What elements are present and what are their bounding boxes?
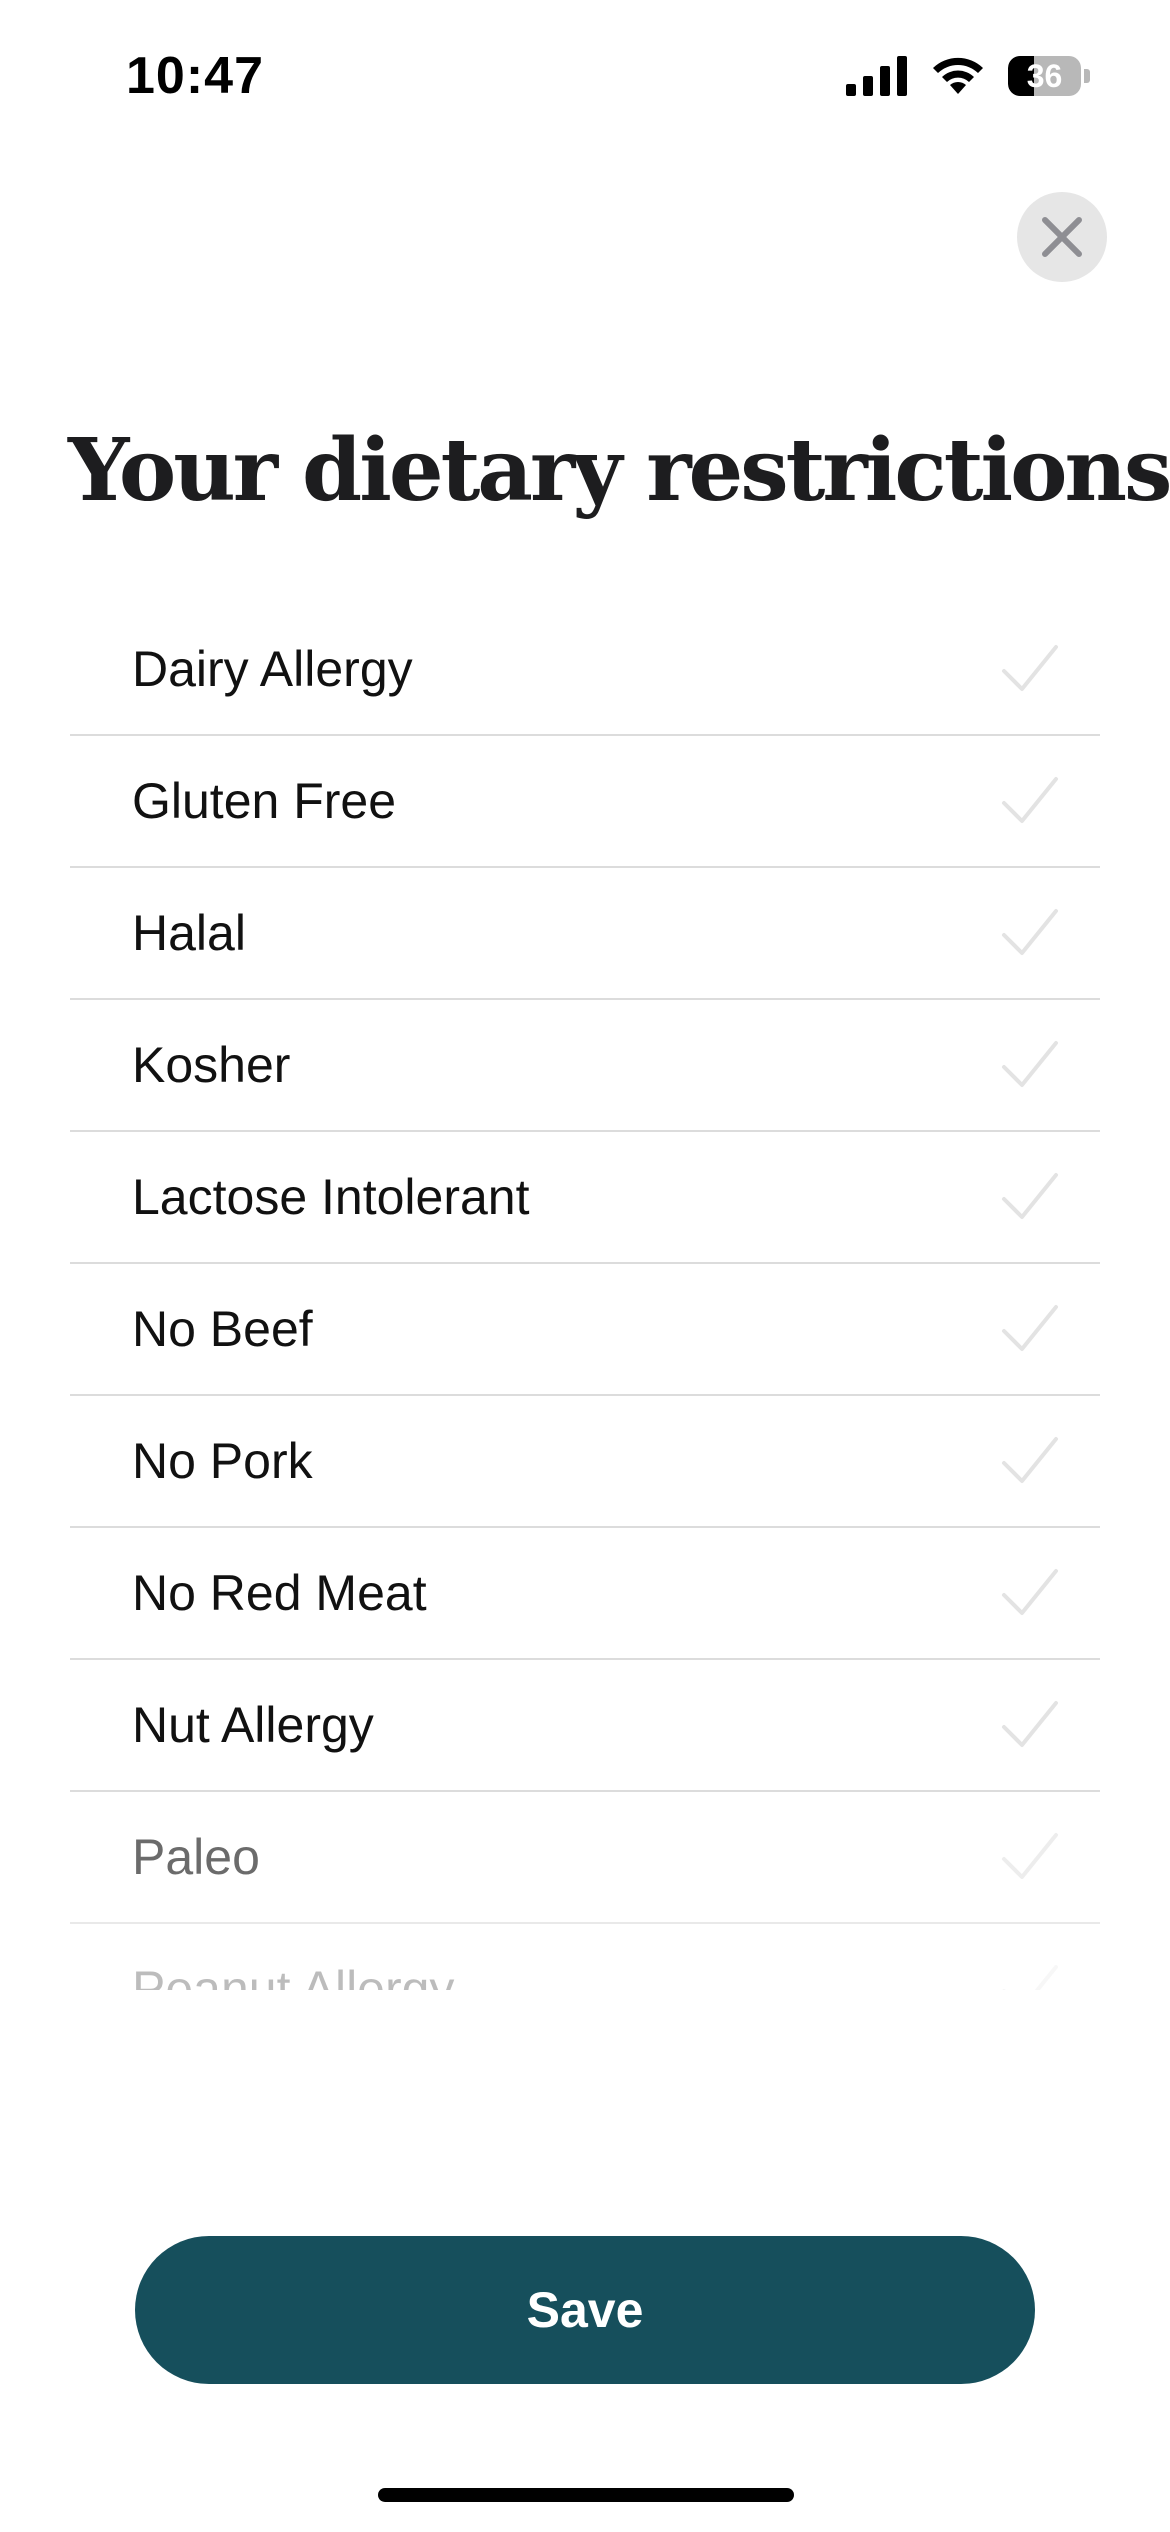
check-icon (1002, 909, 1058, 955)
check-icon (1002, 777, 1058, 823)
list-item-nut-allergy[interactable]: Nut Allergy (70, 1660, 1100, 1792)
check-icon (1002, 1965, 1058, 2011)
item-label: Peanut Allergy (132, 1961, 455, 2017)
item-label: Dairy Allergy (132, 641, 413, 697)
check-icon (1002, 1569, 1058, 1615)
page-title: Your dietary restrictions (68, 420, 1170, 521)
list-item-halal[interactable]: Halal (70, 868, 1100, 1000)
item-label: No Beef (132, 1301, 313, 1357)
check-icon (1002, 1437, 1058, 1483)
check-icon (1002, 2098, 1058, 2144)
home-indicator[interactable] (378, 2488, 794, 2502)
restriction-list: Dairy Allergy Gluten Free Halal Kosher L… (70, 604, 1100, 2188)
item-label: Kosher (132, 1037, 291, 1093)
close-button[interactable] (1017, 192, 1107, 282)
item-label: No Pork (132, 1433, 313, 1489)
item-label: Paleo (132, 1829, 260, 1885)
check-icon (1002, 1173, 1058, 1219)
close-icon (1042, 217, 1082, 257)
item-label: Gluten Free (132, 773, 397, 829)
list-item-no-red-meat[interactable]: No Red Meat (70, 1528, 1100, 1660)
list-item-paleo[interactable]: Paleo (70, 1792, 1100, 1924)
list-item-lactose-intolerant[interactable]: Lactose Intolerant (70, 1132, 1100, 1264)
list-item-no-pork[interactable]: No Pork (70, 1396, 1100, 1528)
status-icons: 36 (846, 54, 1090, 98)
check-icon (1002, 1305, 1058, 1351)
check-icon (1002, 645, 1058, 691)
list-item-no-beef[interactable]: No Beef (70, 1264, 1100, 1396)
status-bar: 10:47 36 (0, 0, 1170, 150)
check-icon (1002, 1701, 1058, 1747)
list-item-peanut-allergy[interactable]: Peanut Allergy (70, 1924, 1100, 2056)
check-icon (1002, 1833, 1058, 1879)
item-label: Nut Allergy (132, 1697, 374, 1753)
list-item-kosher[interactable]: Kosher (70, 1000, 1100, 1132)
item-label: No Red Meat (132, 1565, 427, 1621)
list-item-dairy-allergy[interactable]: Dairy Allergy (70, 604, 1100, 736)
status-time: 10:47 (126, 47, 264, 105)
list-item-pescatarian[interactable]: Pescatarian (70, 2056, 1100, 2188)
list-item-gluten-free[interactable]: Gluten Free (70, 736, 1100, 868)
wifi-icon (933, 57, 983, 94)
item-label: Halal (132, 905, 246, 961)
battery-level: 36 (1026, 57, 1063, 94)
item-label: Pescatarian (132, 2094, 397, 2150)
signal-icon (846, 56, 907, 96)
battery-icon: 36 (1008, 56, 1090, 96)
item-label: Lactose Intolerant (132, 1169, 530, 1225)
save-button[interactable]: Save (135, 2236, 1035, 2384)
check-icon (1002, 1041, 1058, 1087)
